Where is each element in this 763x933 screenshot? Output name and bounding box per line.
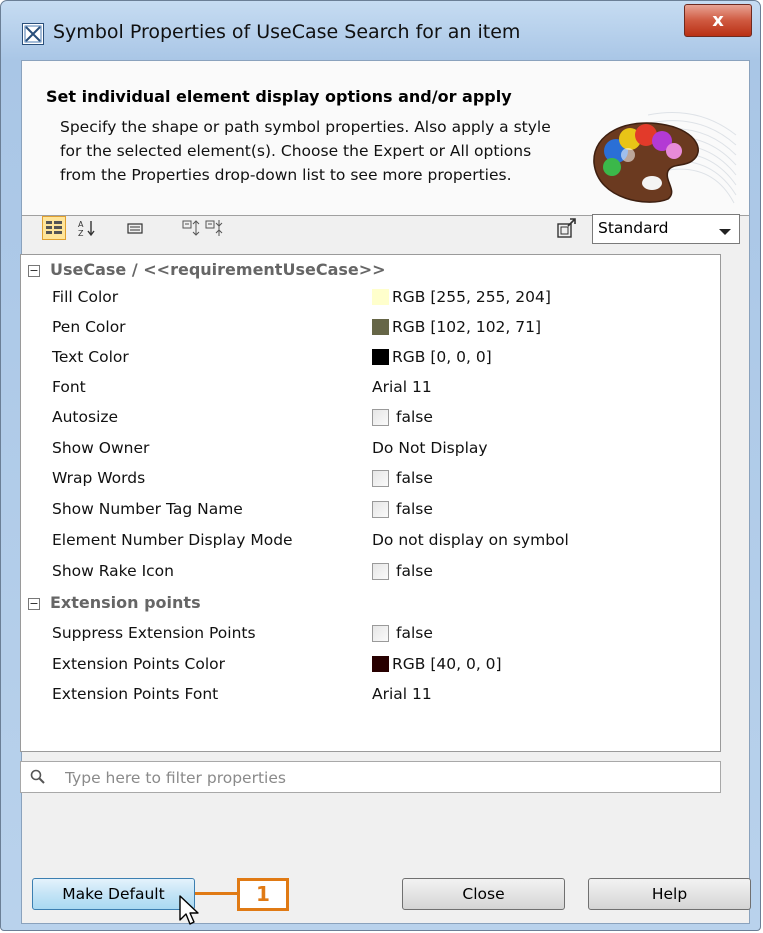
property-name: Wrap Words — [52, 469, 146, 487]
window-title: Symbol Properties of UseCase Search for … — [53, 21, 521, 43]
checkbox[interactable] — [372, 624, 389, 642]
checkbox[interactable] — [372, 408, 389, 426]
property-row-extension-points-font[interactable]: Extension Points Font Arial 11 — [21, 680, 720, 710]
collapse-toggle-icon[interactable]: − — [28, 598, 40, 610]
property-row-font[interactable]: Font Arial 11 — [21, 373, 720, 403]
property-name: Text Color — [52, 348, 129, 366]
property-value[interactable]: false — [372, 408, 433, 426]
filter-properties-input[interactable] — [63, 765, 707, 791]
property-name: Autosize — [52, 408, 119, 426]
property-value[interactable]: RGB [40, 0, 0] — [372, 655, 502, 673]
property-value-text: RGB [255, 255, 204] — [392, 288, 551, 306]
property-row-text-color[interactable]: Text Color RGB [0, 0, 0] — [21, 343, 720, 373]
callout-badge: 1 — [237, 878, 289, 911]
svg-text:A: A — [78, 220, 84, 229]
property-value-text: Do not display on symbol — [372, 531, 569, 549]
app-icon — [22, 23, 44, 45]
property-value-text: false — [396, 562, 433, 580]
chevron-down-icon — [719, 229, 731, 235]
property-row-autosize[interactable]: Autosize false — [21, 403, 720, 433]
property-name: Extension Points Color — [52, 655, 225, 673]
property-value[interactable]: Arial 11 — [372, 378, 432, 396]
color-swatch — [372, 656, 389, 672]
properties-mode-value: Standard — [598, 219, 669, 237]
filter-bar — [20, 761, 721, 793]
dialog-header: Set individual element display options a… — [22, 61, 749, 216]
property-value-text: Arial 11 — [372, 685, 432, 703]
sort-alphabetically-icon[interactable]: AZ — [75, 216, 99, 240]
search-icon — [30, 769, 45, 784]
properties-grid: − UseCase / <<requirementUseCase>> Fill … — [20, 254, 721, 752]
property-value-text: RGB [102, 102, 71] — [392, 318, 542, 336]
property-name: Element Number Display Mode — [52, 531, 293, 549]
property-row-show-number-tag-name[interactable]: Show Number Tag Name false — [21, 495, 720, 525]
property-value[interactable]: false — [372, 500, 433, 518]
categorized-view-icon[interactable] — [42, 216, 66, 240]
property-row-show-owner[interactable]: Show Owner Do Not Display — [21, 434, 720, 464]
property-row-suppress-extension-points[interactable]: Suppress Extension Points false — [21, 619, 720, 649]
property-value[interactable]: false — [372, 469, 433, 487]
collapse-all-icon[interactable] — [203, 216, 227, 240]
property-name: Show Owner — [52, 439, 150, 457]
svg-text:Z: Z — [78, 229, 84, 238]
property-value[interactable]: RGB [255, 255, 204] — [372, 288, 551, 306]
color-swatch — [372, 289, 389, 305]
property-name: Fill Color — [52, 288, 119, 306]
property-name: Font — [52, 378, 86, 396]
property-value-text: RGB [0, 0, 0] — [392, 348, 492, 366]
expand-all-icon[interactable] — [180, 216, 204, 240]
export-icon[interactable] — [555, 216, 579, 240]
color-swatch — [372, 319, 389, 335]
properties-toolbar: AZ Standard — [20, 211, 740, 251]
property-name: Pen Color — [52, 318, 126, 336]
property-value[interactable]: Arial 11 — [372, 685, 432, 703]
property-name: Show Rake Icon — [52, 562, 174, 580]
symbol-properties-dialog: Symbol Properties of UseCase Search for … — [0, 0, 761, 931]
group-label: UseCase / <<requirementUseCase>> — [50, 260, 386, 279]
property-value[interactable]: RGB [102, 102, 71] — [372, 318, 541, 336]
title-bar: Symbol Properties of UseCase Search for … — [1, 1, 760, 59]
property-row-element-number-display-mode[interactable]: Element Number Display Mode Do not displ… — [21, 526, 720, 556]
mouse-pointer-icon — [178, 894, 202, 928]
property-value[interactable]: Do not display on symbol — [372, 531, 569, 549]
property-value-text: RGB [40, 0, 0] — [392, 655, 502, 673]
close-button[interactable]: Close — [402, 878, 565, 910]
property-value[interactable]: false — [372, 624, 433, 642]
checkbox[interactable] — [372, 562, 389, 580]
description-icon[interactable] — [123, 216, 147, 240]
property-value-text: false — [396, 469, 433, 487]
property-value-text: Arial 11 — [372, 378, 432, 396]
property-name: Show Number Tag Name — [52, 500, 243, 518]
header-title: Set individual element display options a… — [46, 87, 512, 106]
collapse-toggle-icon[interactable]: − — [28, 265, 40, 277]
property-value[interactable]: RGB [0, 0, 0] — [372, 348, 492, 366]
properties-mode-select[interactable]: Standard — [592, 214, 740, 244]
property-row-extension-points-color[interactable]: Extension Points Color RGB [40, 0, 0] — [21, 650, 720, 680]
property-row-show-rake-icon[interactable]: Show Rake Icon false — [21, 557, 720, 587]
property-name: Extension Points Font — [52, 685, 219, 703]
paint-palette-icon — [588, 105, 738, 205]
checkbox[interactable] — [372, 469, 389, 487]
checkbox[interactable] — [372, 500, 389, 518]
color-swatch — [372, 349, 389, 365]
property-value-text: false — [396, 500, 433, 518]
property-row-wrap-words[interactable]: Wrap Words false — [21, 464, 720, 494]
property-value-text: Do Not Display — [372, 439, 488, 457]
property-row-pen-color[interactable]: Pen Color RGB [102, 102, 71] — [21, 313, 720, 343]
property-name: Suppress Extension Points — [52, 624, 256, 642]
property-value-text: false — [396, 624, 433, 642]
close-window-button[interactable]: x — [684, 4, 752, 37]
property-row-fill-color[interactable]: Fill Color RGB [255, 255, 204] — [21, 283, 720, 313]
header-description: Specify the shape or path symbol propert… — [60, 118, 551, 184]
property-value-text: false — [396, 408, 433, 426]
property-value[interactable]: Do Not Display — [372, 439, 488, 457]
make-default-button[interactable]: Make Default — [32, 878, 195, 910]
group-label: Extension points — [50, 593, 201, 612]
help-button[interactable]: Help — [588, 878, 751, 910]
property-value[interactable]: false — [372, 562, 433, 580]
